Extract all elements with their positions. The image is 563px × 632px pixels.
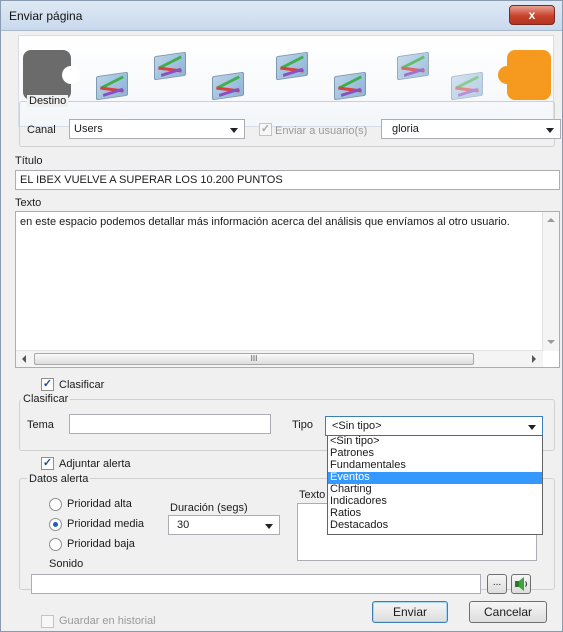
tema-label: Tema <box>27 419 54 431</box>
cancelar-button[interactable]: Cancelar <box>469 601 547 623</box>
tipo-dropdown-list[interactable]: <Sin tipo> Patrones Fundamentales Evento… <box>327 435 543 535</box>
scroll-down-icon[interactable] <box>547 340 555 344</box>
speaker-icon <box>515 577 527 591</box>
chart-thumbnail-icon <box>154 51 186 81</box>
title-bar: Enviar página x <box>1 1 562 31</box>
clasificar-checkbox[interactable]: ✓ <box>41 378 54 391</box>
horizontal-scrollbar[interactable]: III <box>16 350 543 367</box>
canal-select[interactable]: Users <box>69 119 245 139</box>
tipo-select[interactable]: <Sin tipo> <box>325 416 543 436</box>
usuario-value: gloria <box>392 123 419 135</box>
duracion-select[interactable]: 30 <box>168 515 280 535</box>
tipo-value: <Sin tipo> <box>332 420 382 432</box>
tipo-label: Tipo <box>292 419 313 431</box>
prioridad-alta-label: Prioridad alta <box>67 498 132 510</box>
sonido-label: Sonido <box>49 558 84 570</box>
chart-thumbnail-icon <box>397 51 429 81</box>
adjuntar-alerta-checkbox[interactable]: ✓ <box>41 457 54 470</box>
enviar-a-usuario-checkbox[interactable]: ✓ <box>259 123 272 136</box>
dialog-client: Destino Canal Users ✓ Enviar a usuario(s… <box>7 31 561 629</box>
clasificar-checkbox-label: Clasificar <box>59 379 105 391</box>
titulo-input[interactable]: EL IBEX VUELVE A SUPERAR LOS 10.200 PUNT… <box>15 170 560 190</box>
enviar-a-usuario-label: Enviar a usuario(s) <box>275 125 368 137</box>
chevron-down-icon <box>528 425 536 430</box>
tipo-option[interactable]: Destacados <box>328 519 542 532</box>
guardar-historial-label: Guardar en historial <box>59 615 156 627</box>
chart-thumbnail-icon <box>451 71 483 101</box>
texto-textarea[interactable]: en este espacio podemos detallar más inf… <box>15 211 560 368</box>
chart-thumbnail-icon <box>276 51 308 81</box>
browse-sound-button[interactable]: ... <box>487 574 507 594</box>
canal-label: Canal <box>27 124 56 136</box>
texto-label: Texto <box>15 197 42 209</box>
duracion-value: 30 <box>177 519 190 531</box>
enviar-pagina-dialog: Enviar página x Destino Canal Users ✓ En… <box>0 0 563 632</box>
chevron-down-icon <box>546 128 554 133</box>
chart-thumbnail-icon <box>334 71 366 101</box>
canal-value: Users <box>74 123 103 135</box>
texto-content: en este espacio podemos detallar más inf… <box>20 216 510 228</box>
window-title: Enviar página <box>9 9 83 23</box>
chart-thumbnail-icon <box>96 71 128 101</box>
puzzle-gray-icon <box>23 50 80 100</box>
prioridad-media-radio[interactable] <box>49 518 62 531</box>
datos-alerta-label: Datos alerta <box>27 473 91 485</box>
duracion-label: Duración (segs) <box>170 502 248 514</box>
prioridad-media-label: Prioridad media <box>67 518 145 530</box>
prioridad-alta-radio[interactable] <box>49 498 62 511</box>
horizontal-scroll-thumb[interactable]: III <box>34 353 474 365</box>
usuario-select[interactable]: gloria <box>381 119 561 139</box>
sonido-input[interactable] <box>31 574 481 594</box>
prioridad-baja-label: Prioridad baja <box>67 538 135 550</box>
adjuntar-alerta-label: Adjuntar alerta <box>59 458 131 470</box>
scroll-right-icon[interactable] <box>532 355 536 363</box>
titulo-label: Título <box>15 155 43 167</box>
texto-alerta-label: Texto <box>299 489 326 501</box>
scroll-left-icon[interactable] <box>22 355 26 363</box>
clasificar-group-label: Clasificar <box>21 393 71 405</box>
prioridad-baja-radio[interactable] <box>49 538 62 551</box>
vertical-scrollbar[interactable] <box>542 212 559 351</box>
scroll-up-icon[interactable] <box>547 218 555 222</box>
chevron-down-icon <box>265 524 273 529</box>
tema-input[interactable] <box>69 414 271 434</box>
close-button[interactable]: x <box>509 5 555 25</box>
destino-label: Destino <box>27 95 69 107</box>
guardar-historial-checkbox[interactable] <box>41 615 54 628</box>
chevron-down-icon <box>230 128 238 133</box>
enviar-button[interactable]: Enviar <box>372 601 448 623</box>
play-sound-button[interactable] <box>511 574 531 594</box>
puzzle-orange-icon <box>498 50 551 100</box>
chart-thumbnail-icon <box>212 71 244 101</box>
